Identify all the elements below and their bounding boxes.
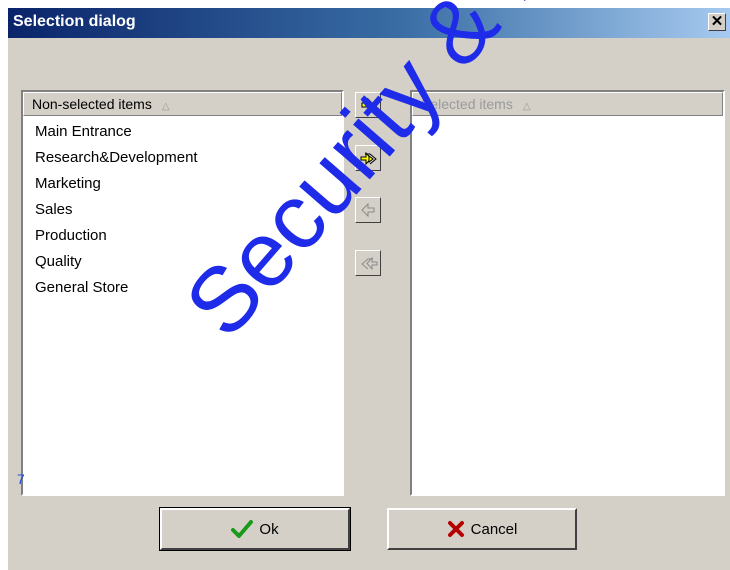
double-arrow-left-icon [361,256,378,271]
list-item[interactable]: Research&Development [35,146,198,172]
selected-list[interactable]: Selected items △ [410,90,725,496]
non-selected-list[interactable]: Non-selected items △ Main Entrance Resear… [21,90,344,496]
ok-button[interactable]: Ok [159,507,351,551]
cancel-button[interactable]: Cancel [387,508,577,550]
sort-ascending-icon: △ [161,101,170,112]
checkmark-icon [231,520,254,538]
double-arrow-right-icon [360,151,377,166]
list-item[interactable]: Main Entrance [35,120,198,146]
list-item[interactable]: Marketing [35,172,198,198]
move-selected-left-button[interactable] [355,197,381,223]
non-selected-items: Main Entrance Research&Development Marke… [35,120,198,302]
non-selected-header-label: Non-selected items [32,96,152,112]
move-selected-right-button[interactable] [355,92,381,118]
move-all-right-button[interactable] [355,145,381,171]
ok-label: Ok [259,520,279,538]
non-selected-header[interactable]: Non-selected items △ [23,92,342,116]
move-all-left-button[interactable] [355,250,381,276]
x-mark-icon [447,521,464,537]
arrow-left-icon [361,202,375,218]
list-item[interactable]: Sales [35,198,198,224]
selected-header[interactable]: Selected items △ [412,92,723,116]
window-title: Selection dialog [13,13,136,30]
title-bar[interactable]: Selection dialog ✕ [8,8,730,38]
list-item[interactable]: Quality [35,250,198,276]
close-icon: ✕ [710,13,724,30]
list-item[interactable]: General Store [35,276,198,302]
close-button[interactable]: ✕ [708,13,726,31]
sort-ascending-icon: △ [522,101,531,112]
arrow-right-icon [361,97,375,113]
item-count: 7 [17,471,25,487]
list-item[interactable]: Production [35,224,198,250]
selected-header-label: Selected items [421,96,513,112]
cancel-label: Cancel [470,520,518,538]
